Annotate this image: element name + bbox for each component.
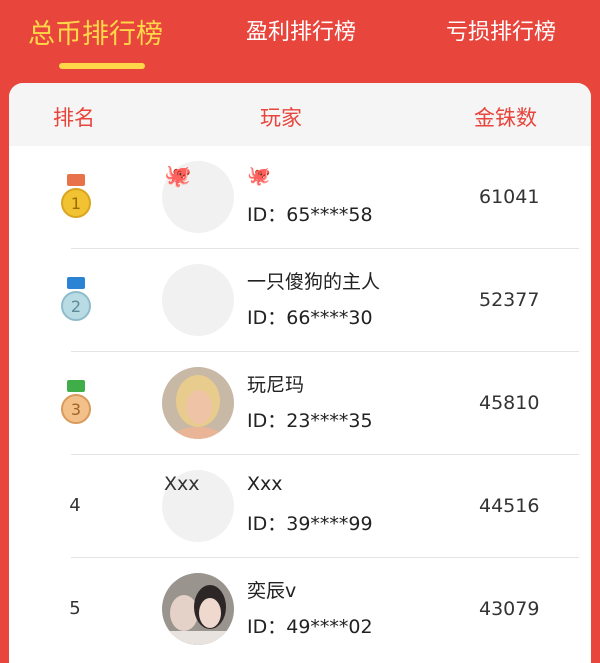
- leaderboard-tabs: 总币排行榜 盈利排行榜 亏损排行榜: [0, 0, 600, 80]
- player-name: 🐙: [247, 165, 271, 187]
- table-row[interactable]: 3 玩尼玛 ID：23****35 45810: [9, 352, 591, 455]
- table-row[interactable]: 4 Xxx Xxx ID：39****99 44516: [9, 455, 591, 558]
- active-tab-indicator: [59, 63, 145, 69]
- bronze-medal-icon: 3: [61, 380, 91, 424]
- coin-count: 43079: [479, 598, 540, 620]
- tab-loss[interactable]: 亏损排行榜: [446, 14, 556, 46]
- player-id: ID：39****99: [247, 513, 373, 535]
- player-name: 奕辰v: [247, 580, 297, 602]
- avatar[interactable]: [162, 264, 234, 336]
- coin-count: 45810: [479, 392, 540, 414]
- player-id: ID：66****30: [247, 307, 373, 329]
- header-player: 玩家: [260, 106, 302, 130]
- svg-text:2: 2: [71, 297, 81, 316]
- player-name: 玩尼玛: [247, 374, 305, 396]
- silver-medal-icon: 2: [61, 277, 91, 321]
- avatar-text: Xxx: [164, 473, 200, 495]
- portrait-icon: [162, 573, 234, 645]
- player-id: ID：23****35: [247, 410, 373, 432]
- header-rank: 排名: [53, 106, 95, 130]
- player-id: ID：65****58: [247, 204, 373, 226]
- coin-count: 44516: [479, 495, 540, 517]
- player-id: ID：49****02: [247, 616, 373, 638]
- svg-text:3: 3: [71, 400, 81, 419]
- coin-count: 52377: [479, 289, 540, 311]
- avatar[interactable]: [162, 367, 234, 439]
- svg-text:1: 1: [71, 194, 81, 213]
- tab-total-coins[interactable]: 总币排行榜: [28, 12, 163, 51]
- coin-count: 61041: [479, 186, 540, 208]
- player-name: 一只傻狗的主人: [247, 271, 381, 293]
- header-coins: 金铢数: [474, 106, 537, 130]
- table-row[interactable]: 1 🐙 🐙 ID：65****58 61041: [9, 146, 591, 249]
- table-row[interactable]: 2 一只傻狗的主人 ID：66****30 52377: [9, 249, 591, 352]
- player-name: Xxx: [247, 473, 283, 495]
- table-header: 排名 玩家 金铢数: [9, 83, 591, 146]
- avatar[interactable]: [162, 573, 234, 645]
- rank-number: 5: [69, 598, 81, 619]
- rank-number: 4: [69, 495, 81, 516]
- tab-profit[interactable]: 盈利排行榜: [246, 14, 356, 46]
- avatar-text: 🐙: [164, 164, 192, 189]
- portrait-icon: [162, 367, 234, 439]
- table-row[interactable]: 5 奕辰v ID：49****02 43079: [9, 558, 591, 661]
- leaderboard-card: 排名 玩家 金铢数 1 🐙 🐙 ID：65****58 61041 2 一只傻狗…: [9, 83, 591, 663]
- gold-medal-icon: 1: [61, 174, 91, 218]
